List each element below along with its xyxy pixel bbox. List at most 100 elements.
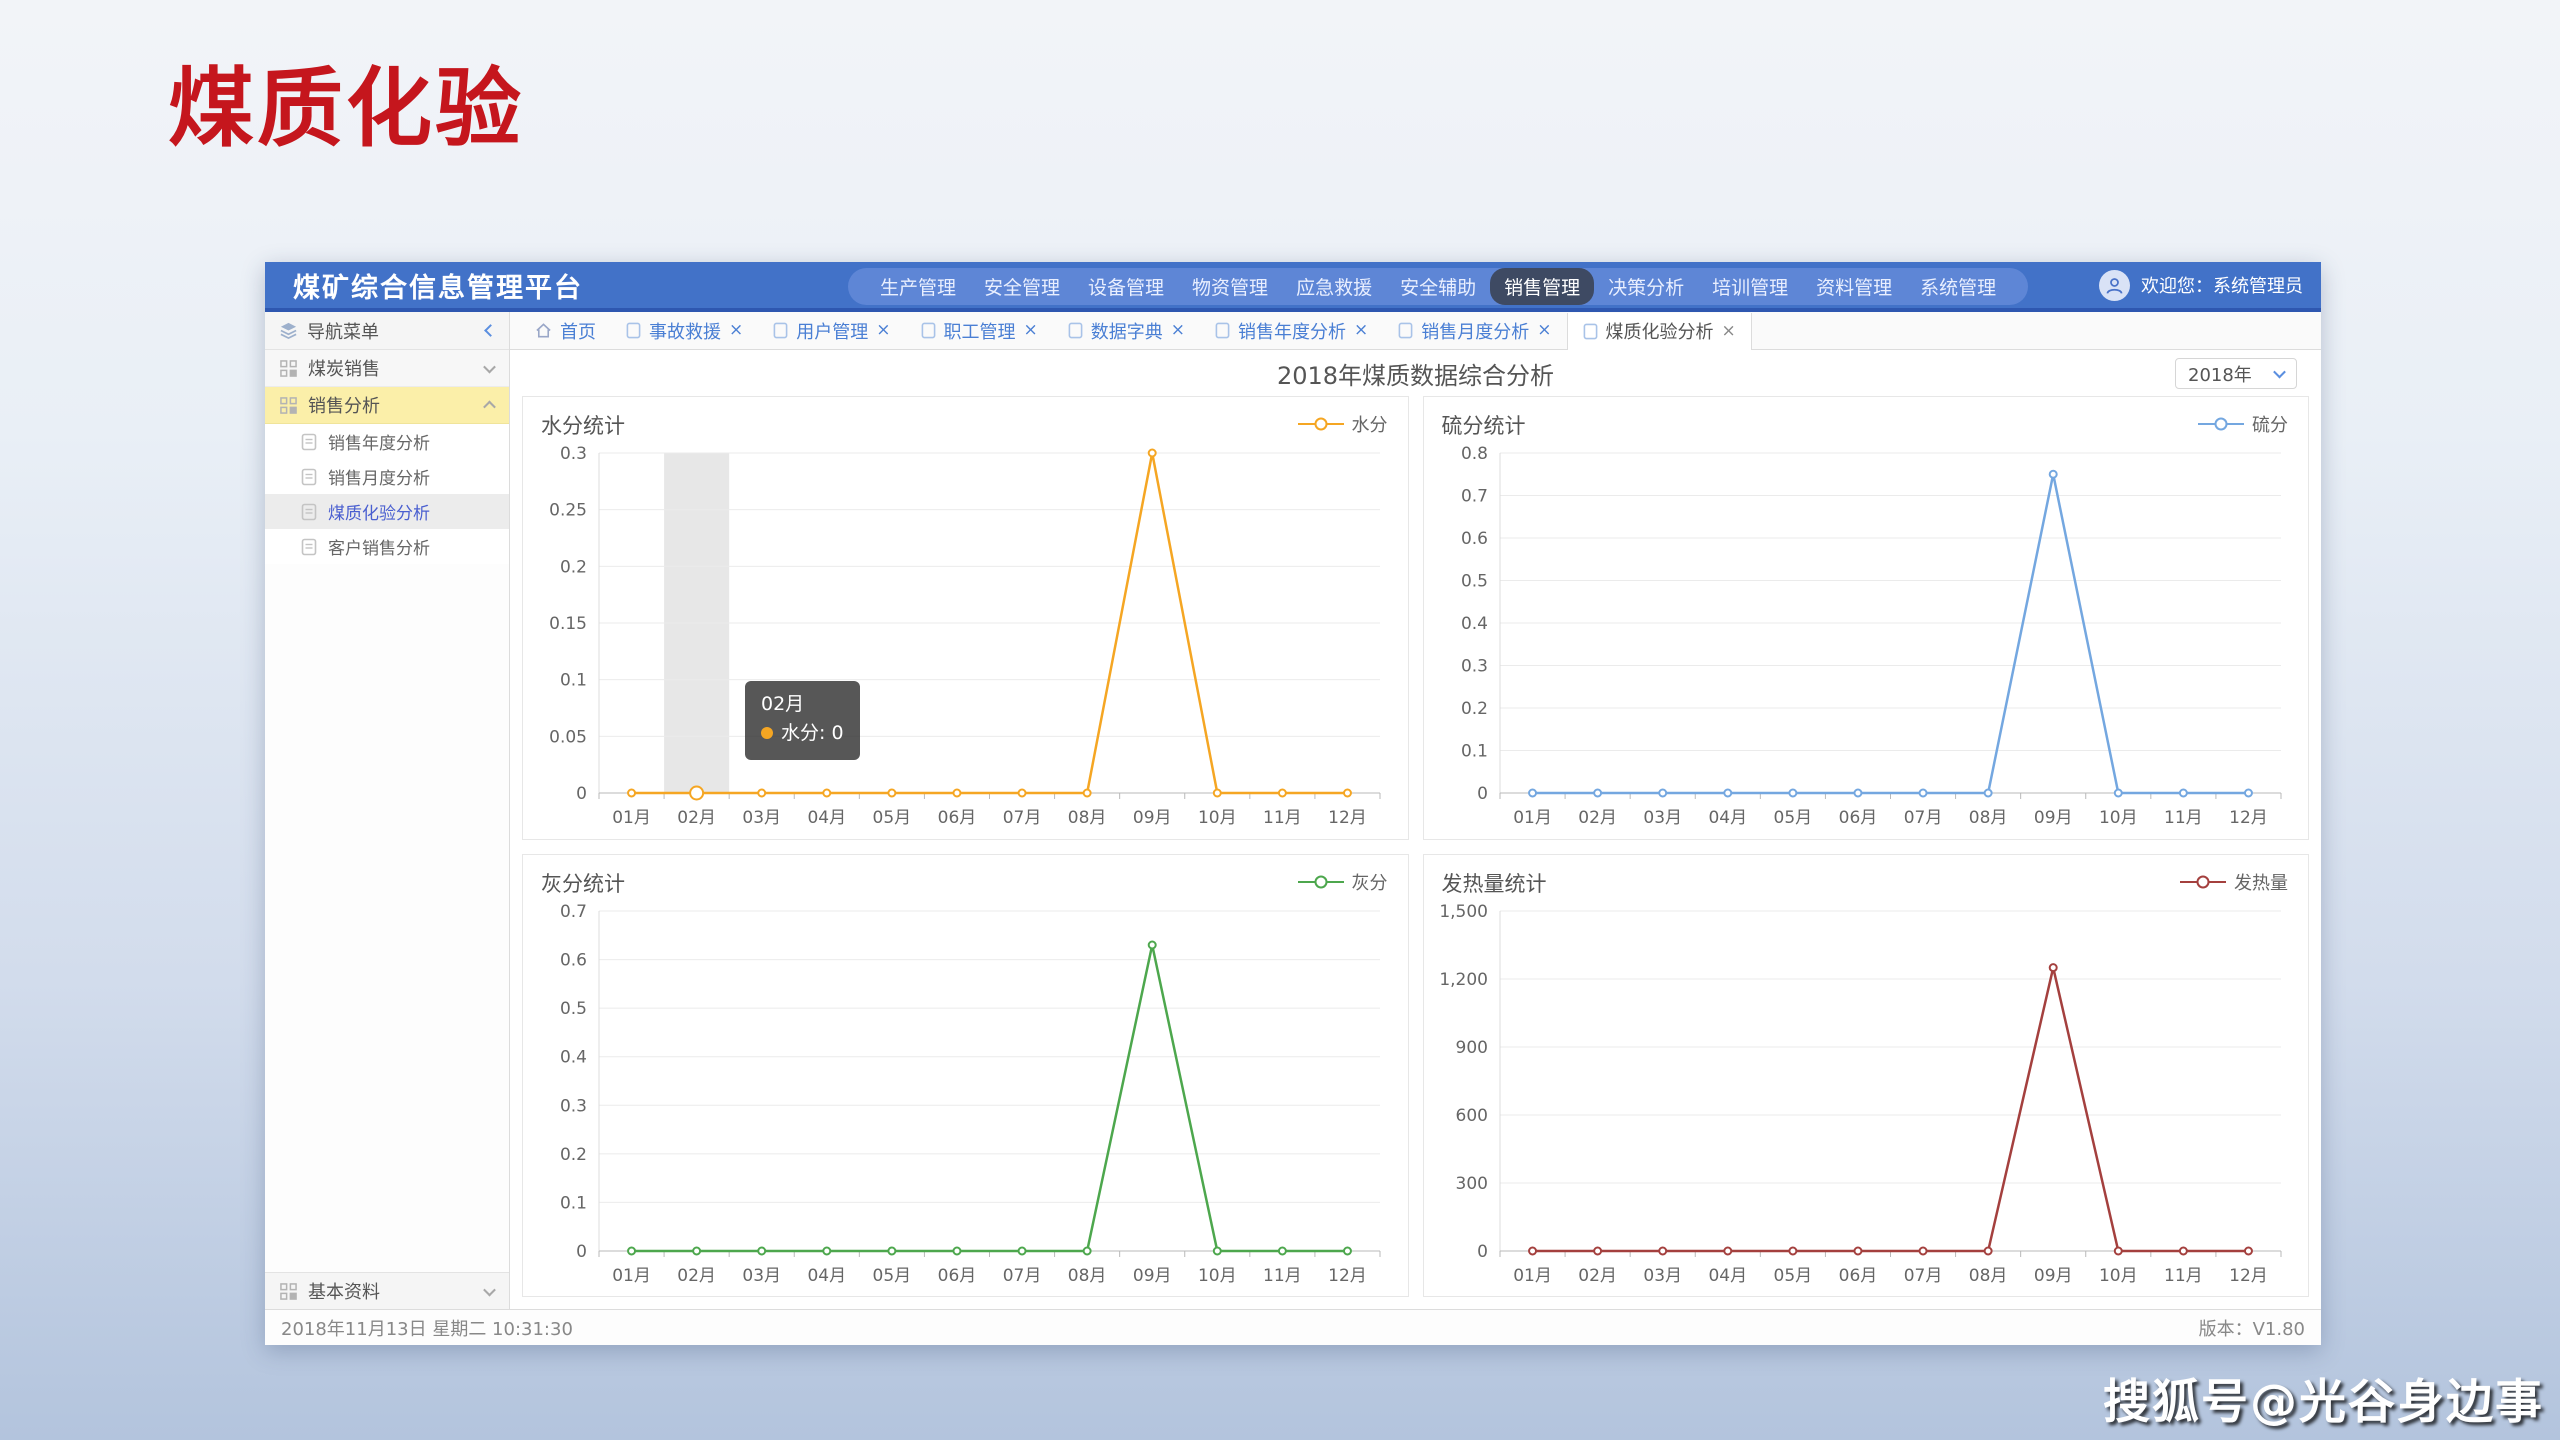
nav-item[interactable]: 安全管理: [970, 268, 1074, 305]
nav-item[interactable]: 物资管理: [1178, 268, 1282, 305]
chart-legend[interactable]: 灰分: [1298, 869, 1388, 895]
year-select[interactable]: 2018年: [2175, 358, 2297, 389]
watermark: 搜狐号@光谷身边事: [2103, 1363, 2544, 1432]
svg-text:0.2: 0.2: [1460, 699, 1487, 719]
chart-legend[interactable]: 硫分: [2198, 411, 2288, 437]
svg-text:02月: 02月: [677, 808, 716, 828]
app-title: 煤矿综合信息管理平台: [293, 266, 583, 305]
svg-text:06月: 06月: [1838, 1266, 1877, 1286]
svg-text:0.7: 0.7: [560, 902, 587, 922]
tab-icon: [921, 322, 936, 339]
svg-text:900: 900: [1455, 1038, 1487, 1058]
file-icon: [1068, 322, 1083, 339]
content-title-bar: 2018年煤质数据综合分析 2018年: [522, 350, 2309, 396]
chart-legend[interactable]: 发热量: [2180, 869, 2288, 895]
sidebar-item[interactable]: 客户销售分析: [265, 529, 509, 564]
sidebar-item-label: 销售月度分析: [328, 464, 430, 489]
main-row: 导航菜单 煤炭销售: [265, 312, 2321, 1309]
chart-legend[interactable]: 水分: [1298, 411, 1388, 437]
svg-text:07月: 07月: [1003, 808, 1042, 828]
tab-close-icon[interactable]: ×: [1171, 322, 1185, 339]
tab[interactable]: 首页: [520, 312, 611, 349]
sidebar-group[interactable]: 煤炭销售: [265, 350, 509, 387]
nav-item-label: 销售管理: [1504, 277, 1580, 299]
tab-close-icon[interactable]: ×: [729, 322, 743, 339]
svg-text:01月: 01月: [1513, 1266, 1552, 1286]
tab-icon: [626, 322, 641, 339]
svg-text:04月: 04月: [807, 808, 846, 828]
nav-item[interactable]: 资料管理: [1802, 268, 1906, 305]
sidebar-item[interactable]: 销售月度分析: [265, 459, 509, 494]
svg-text:06月: 06月: [938, 1266, 977, 1286]
sidebar-item[interactable]: 煤质化验分析: [265, 494, 509, 529]
svg-text:0.8: 0.8: [1460, 444, 1487, 464]
tab[interactable]: 煤质化验分析 ×: [1567, 313, 1752, 350]
tab-close-icon[interactable]: ×: [1722, 323, 1736, 340]
chart-panel-calorific: 发热量统计 发热量 03006009001,2001,50001月02月03月0…: [1423, 854, 2310, 1298]
硫分-line: [1532, 474, 2248, 793]
灰分-line: [632, 945, 1348, 1251]
svg-text:0.1: 0.1: [1460, 742, 1487, 762]
svg-text:0.3: 0.3: [560, 1096, 587, 1116]
tab-icon: [535, 322, 552, 339]
tab-label: 销售月度分析: [1421, 318, 1529, 344]
tab[interactable]: 事故救援 ×: [611, 312, 758, 349]
user-area[interactable]: 欢迎您：系统管理员: [2099, 262, 2303, 308]
nav-item[interactable]: 培训管理: [1698, 268, 1802, 305]
nav-item[interactable]: 销售管理: [1490, 268, 1594, 305]
sidebar-collapse-icon[interactable]: [484, 324, 497, 337]
svg-text:10月: 10月: [2098, 808, 2137, 828]
nav-item[interactable]: 应急救援: [1282, 268, 1386, 305]
tab-label: 事故救援: [649, 318, 721, 344]
tab[interactable]: 职工管理 ×: [906, 312, 1053, 349]
tab-label: 用户管理: [796, 318, 868, 344]
tab-close-icon[interactable]: ×: [1354, 322, 1368, 339]
svg-text:04月: 04月: [1708, 1266, 1747, 1286]
tab[interactable]: 用户管理 ×: [758, 312, 905, 349]
file-icon: [1398, 322, 1413, 339]
sidebar-group-basic-info[interactable]: 基本资料: [265, 1272, 509, 1309]
nav-item[interactable]: 安全辅助: [1386, 268, 1490, 305]
person-icon: [2104, 275, 2125, 296]
welcome-text: 欢迎您：系统管理员: [2141, 272, 2303, 298]
svg-text:0.1: 0.1: [560, 1193, 587, 1213]
svg-text:05月: 05月: [873, 808, 912, 828]
nav-item[interactable]: 设备管理: [1074, 268, 1178, 305]
svg-text:0.7: 0.7: [1460, 487, 1487, 507]
nav-item[interactable]: 生产管理: [866, 268, 970, 305]
sidebar-group[interactable]: 销售分析: [265, 387, 509, 424]
sidebar-item-label: 煤质化验分析: [328, 499, 430, 524]
nav-item[interactable]: 决策分析: [1594, 268, 1698, 305]
top-nav: 生产管理 安全管理 设备管理 物资管理 应急救援 安全辅助 销售管理 决策分析: [848, 268, 2028, 305]
tab-close-icon[interactable]: ×: [876, 322, 890, 339]
tab[interactable]: 数据字典 ×: [1053, 312, 1200, 349]
tab-icon: [1068, 322, 1083, 339]
tab-close-icon[interactable]: ×: [1537, 322, 1551, 339]
content-area: 首页 事故救援 × 用户管理 × 职工管理: [510, 312, 2321, 1309]
sidebar-item[interactable]: 销售年度分析: [265, 424, 509, 459]
svg-text:09月: 09月: [1133, 1266, 1172, 1286]
svg-text:12月: 12月: [2229, 808, 2268, 828]
svg-text:01月: 01月: [612, 808, 651, 828]
tab[interactable]: 销售月度分析 ×: [1383, 312, 1566, 349]
tab-bar: 首页 事故救援 × 用户管理 × 职工管理: [510, 312, 2321, 350]
nav-item[interactable]: 系统管理: [1906, 268, 2010, 305]
tab-close-icon[interactable]: ×: [1024, 322, 1038, 339]
document-icon: [301, 503, 317, 521]
content-title: 2018年煤质数据综合分析: [1277, 356, 1554, 391]
nav-item-label: 应急救援: [1296, 277, 1372, 299]
svg-text:11月: 11月: [1263, 808, 1302, 828]
sidebar-item-label: 销售年度分析: [328, 429, 430, 454]
chart-panel-ash: 灰分统计 灰分 00.10.20.30.40.50.60.701月02月03月0…: [522, 854, 1409, 1298]
year-select-value: 2018年: [2188, 361, 2252, 387]
tooltip-category: 02月: [761, 690, 844, 719]
file-icon: [1583, 323, 1598, 340]
svg-text:1,200: 1,200: [1439, 970, 1488, 990]
发热量-line: [1532, 967, 2248, 1250]
svg-text:08月: 08月: [1068, 1266, 1107, 1286]
file-icon: [921, 322, 936, 339]
nav-item-label: 培训管理: [1712, 277, 1788, 299]
svg-text:08月: 08月: [1968, 1266, 2007, 1286]
svg-text:1,500: 1,500: [1439, 902, 1488, 922]
tab[interactable]: 销售年度分析 ×: [1200, 312, 1383, 349]
